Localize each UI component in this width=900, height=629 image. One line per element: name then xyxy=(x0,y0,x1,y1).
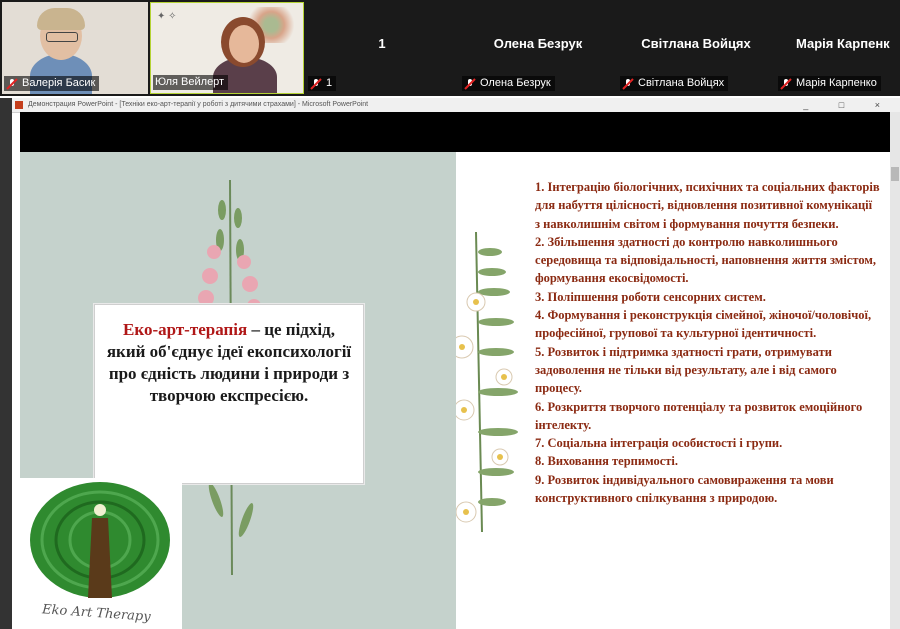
participant-label: Світлана Войцях xyxy=(620,76,729,91)
mic-muted-icon xyxy=(464,77,476,90)
window-controls: _ □ × xyxy=(803,98,894,112)
participant-display-name: Марія Карпенк xyxy=(796,36,890,51)
participant-name: Валерія Басик xyxy=(22,77,96,89)
participant-label: 1 xyxy=(308,76,337,91)
screen-share-edge xyxy=(0,98,12,629)
participant-label: Валерія Басик xyxy=(4,76,100,91)
participant-tile[interactable]: Марія Карпенк Марія Карпенко xyxy=(776,2,900,94)
close-button[interactable]: × xyxy=(875,100,894,110)
fern-flowers-illustration xyxy=(456,232,518,532)
participant-tile[interactable]: 1 1 xyxy=(306,2,458,94)
participant-tile[interactable]: Валерія Басик xyxy=(2,2,148,94)
window-title: Демонстрация PowerPoint - [Техніки еко-а… xyxy=(28,101,369,108)
participant-tile[interactable]: Олена Безрук Олена Безрук xyxy=(460,2,616,94)
participant-label: Олена Безрук xyxy=(462,76,555,91)
definition-textbox: Еко-арт-терапія – це підхід, який об'єдн… xyxy=(94,304,364,484)
list-item: 9. Розвиток індивідуального самовираженн… xyxy=(535,472,834,506)
participant-name: Олена Безрук xyxy=(480,77,551,89)
participant-label: Юля Вейлерт xyxy=(153,75,229,90)
definition-term: Еко-арт-терапія xyxy=(123,320,248,339)
participant-display-name: Світлана Войцях xyxy=(641,36,751,51)
list-item: 5. Розвиток і підтримка здатності грати,… xyxy=(535,344,837,396)
mic-muted-icon xyxy=(780,77,792,90)
list-item: 2. Збільшення здатності до контролю навк… xyxy=(535,234,876,286)
participant-display-name: Олена Безрук xyxy=(493,36,583,51)
scrollbar-thumb[interactable] xyxy=(891,167,899,181)
list-item: 3. Поліпшення роботи сенсорних систем. xyxy=(535,289,766,304)
participant-strip: Валерія Басик ✦ ✧ Юля Вейлерт 1 1 Олена … xyxy=(0,0,900,96)
slide-top-band xyxy=(20,112,890,152)
goals-list: 1. Інтеграцію біологічних, психічних та … xyxy=(535,178,880,507)
participant-tile[interactable]: ✦ ✧ Юля Вейлерт xyxy=(150,2,304,94)
minimize-button[interactable]: _ xyxy=(803,100,822,110)
list-item: 7. Соціальна інтеграція особистості і гр… xyxy=(535,436,783,451)
eko-art-therapy-logo: Eko Art Therapy xyxy=(20,478,182,629)
participant-display-name: 1 xyxy=(378,36,386,51)
participant-label: Марія Карпенко xyxy=(778,76,881,91)
powerpoint-titlebar: Демонстрация PowerPoint - [Техніки еко-а… xyxy=(12,98,900,113)
vertical-scrollbar[interactable] xyxy=(890,112,900,629)
list-item: 8. Виховання терпимості. xyxy=(535,454,678,469)
definition-text: Еко-арт-терапія – це підхід, який об'єдн… xyxy=(105,319,353,407)
participant-name: Світлана Войцях xyxy=(638,77,725,89)
list-item: 4. Формування і реконструкція сімейної, … xyxy=(535,308,872,341)
mic-muted-icon xyxy=(310,77,322,90)
participant-name: Юля Вейлерт xyxy=(155,76,225,88)
participant-tile[interactable]: Світлана Войцях Світлана Войцях xyxy=(618,2,774,94)
powerpoint-app-icon xyxy=(15,101,23,109)
mic-muted-icon xyxy=(622,77,634,90)
maximize-button[interactable]: □ xyxy=(839,100,858,110)
list-item: 1. Інтеграцію біологічних, психічних та … xyxy=(535,180,880,231)
list-item: 6. Розкриття творчого потенціалу та розв… xyxy=(535,399,863,432)
participant-name: Марія Карпенко xyxy=(796,77,877,89)
tree-logo-icon xyxy=(30,482,170,598)
mic-muted-icon xyxy=(6,77,18,90)
participant-name: 1 xyxy=(326,77,333,89)
